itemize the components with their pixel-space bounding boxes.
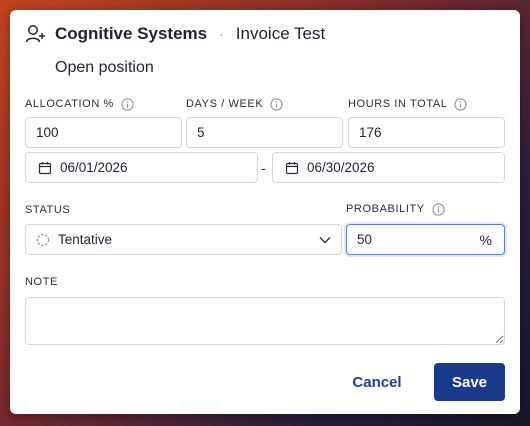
client-name: Cognitive Systems — [55, 24, 208, 43]
start-date-picker[interactable]: 06/01/2026 — [25, 152, 258, 183]
probability-label-text: PROBABILITY — [346, 203, 425, 215]
note-textarea[interactable] — [25, 297, 505, 345]
user-plus-icon — [25, 25, 45, 43]
hours-total-label-text: HOURS IN TOTAL — [348, 98, 448, 110]
calendar-icon — [285, 161, 299, 174]
info-icon[interactable] — [454, 97, 468, 111]
allocation-input[interactable] — [25, 117, 182, 148]
days-per-week-input[interactable] — [186, 117, 343, 148]
percent-suffix: % — [479, 232, 492, 248]
project-name: Invoice Test — [235, 24, 326, 43]
days-per-week-label-text: DAYS / WEEK — [186, 98, 264, 110]
hours-total-label: HOURS IN TOTAL — [348, 97, 468, 111]
end-date-picker[interactable]: 06/30/2026 — [272, 152, 505, 183]
cancel-button[interactable]: Cancel — [343, 363, 411, 401]
position-title: Open position — [55, 59, 154, 76]
allocation-field[interactable] — [26, 118, 181, 147]
note-label-text: NOTE — [25, 276, 58, 288]
chevron-down-icon — [319, 237, 331, 244]
dashed-circle-icon — [36, 233, 50, 246]
start-date-value: 06/01/2026 — [60, 160, 128, 175]
days-per-week-label: DAYS / WEEK — [186, 97, 283, 111]
end-date-value: 06/30/2026 — [307, 160, 375, 175]
allocation-label: ALLOCATION % — [25, 97, 134, 111]
probability-field[interactable] — [347, 225, 473, 254]
assignment-dialog: Cognitive Systems · Invoice Test Open po… — [10, 10, 520, 414]
info-icon[interactable] — [270, 97, 283, 111]
status-label-text: STATUS — [25, 204, 71, 216]
hours-total-input[interactable] — [348, 117, 505, 148]
probability-label: PROBABILITY — [346, 202, 445, 216]
probability-input[interactable]: % — [346, 224, 505, 255]
status-select[interactable]: Tentative — [25, 224, 342, 255]
header-separator: · — [219, 26, 224, 42]
save-button[interactable]: Save — [434, 363, 505, 401]
status-value: Tentative — [58, 232, 113, 247]
days-per-week-field[interactable] — [187, 118, 342, 147]
date-range-separator: - — [261, 160, 266, 176]
allocation-label-text: ALLOCATION % — [25, 98, 114, 110]
note-label: NOTE — [25, 275, 58, 289]
info-icon[interactable] — [432, 202, 445, 216]
status-label: STATUS — [25, 203, 70, 217]
calendar-icon — [38, 161, 52, 174]
info-icon[interactable] — [121, 97, 134, 111]
hours-total-field[interactable] — [349, 118, 504, 147]
dialog-header: Cognitive Systems · Invoice Test — [25, 23, 325, 45]
